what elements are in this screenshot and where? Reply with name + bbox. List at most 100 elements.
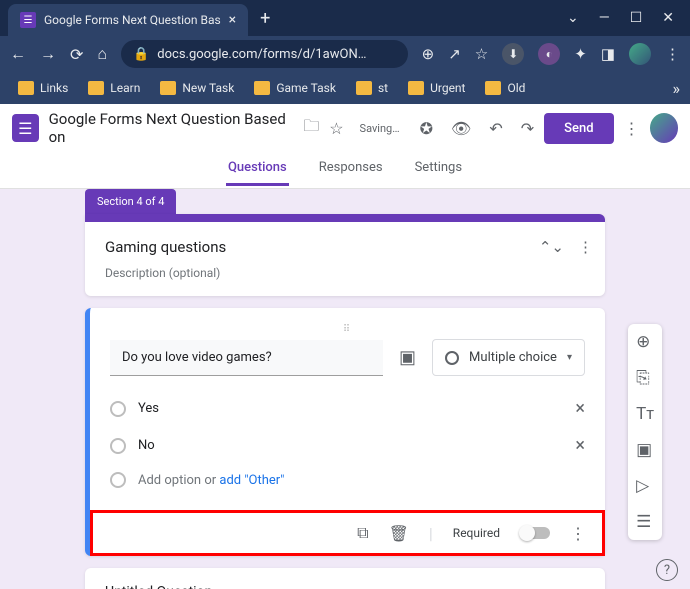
more-icon[interactable]: ⋮	[624, 119, 640, 138]
delete-icon[interactable]: 🗑	[389, 524, 409, 543]
add-video-icon[interactable]: ▷	[634, 474, 656, 498]
menu-icon[interactable]: ⋮	[665, 45, 680, 63]
radio-icon	[445, 351, 459, 365]
bookmarks-bar: Links Learn New Task Game Task st Urgent…	[0, 72, 690, 104]
required-toggle[interactable]	[520, 527, 550, 539]
folder-icon	[356, 81, 372, 95]
section-description[interactable]: Description (optional)	[105, 266, 585, 280]
share-icon[interactable]: ↗	[448, 45, 461, 63]
puzzle-icon[interactable]: ✦	[574, 45, 587, 63]
close-icon[interactable]: ✕	[662, 10, 674, 26]
url-text: docs.google.com/forms/d/1awON…	[157, 47, 366, 62]
preview-icon[interactable]: 👁	[451, 119, 471, 138]
remove-option-icon[interactable]: ×	[575, 398, 585, 419]
back-icon[interactable]: ←	[10, 44, 26, 64]
reload-icon[interactable]: ⟳	[70, 45, 83, 64]
addon-icon[interactable]: ✪	[420, 119, 433, 138]
help-icon[interactable]: ?	[656, 559, 678, 581]
add-question-icon[interactable]: ⊕	[634, 330, 656, 354]
folder-icon	[485, 81, 501, 95]
form-canvas: Section 4 of 4 Gaming questions Descript…	[0, 189, 690, 589]
duplicate-icon[interactable]: ⧉	[357, 523, 368, 543]
add-title-icon[interactable]: Tᴛ	[634, 402, 656, 426]
bookmark-st[interactable]: st	[348, 77, 396, 99]
bookmark-newtask[interactable]: New Task	[152, 77, 242, 99]
question-card[interactable]: ⠿ ▣ Multiple choice ▾ Yes ×	[85, 308, 605, 556]
radio-icon	[110, 401, 126, 417]
remove-option-icon[interactable]: ×	[575, 435, 585, 456]
tab-questions[interactable]: Questions	[226, 152, 289, 186]
import-icon[interactable]: ⎘	[634, 366, 656, 390]
new-tab-button[interactable]: +	[260, 8, 270, 29]
add-option-link[interactable]: Add option	[138, 473, 201, 488]
extension-icon[interactable]: ◐	[538, 43, 560, 65]
required-label: Required	[453, 526, 500, 540]
saving-status: Saving…	[360, 122, 400, 135]
chevron-down-icon: ▾	[567, 352, 572, 363]
panel-icon[interactable]: ◨	[601, 45, 615, 63]
url-bar[interactable]: 🔒 docs.google.com/forms/d/1awON…	[121, 40, 408, 68]
zoom-icon[interactable]: ⊕	[422, 45, 435, 63]
maximize-icon[interactable]: ☐	[630, 10, 643, 26]
star-icon[interactable]: ☆	[329, 119, 343, 138]
send-button[interactable]: Send	[544, 113, 613, 144]
navbar-actions: ⊕ ↗ ☆ ⬇ ◐ ✦ ◨ ⋮	[422, 43, 680, 65]
radio-icon	[110, 472, 126, 488]
app-header: ☰ Google Forms Next Question Based on 🗀 …	[0, 104, 690, 152]
chevron-down-icon[interactable]: ⌄	[567, 10, 579, 26]
folder-icon	[18, 81, 34, 95]
form-tabs: Questions Responses Settings	[0, 152, 690, 189]
tab-title: Google Forms Next Question Bas	[44, 13, 221, 27]
account-avatar[interactable]	[650, 113, 678, 143]
folder-icon	[408, 81, 424, 95]
minimize-icon[interactable]: —	[599, 10, 610, 26]
bookmarks-overflow-icon[interactable]: »	[673, 79, 681, 98]
lock-icon: 🔒	[133, 47, 149, 62]
question-type-select[interactable]: Multiple choice ▾	[432, 339, 585, 376]
home-icon[interactable]: ⌂	[97, 44, 107, 64]
side-toolbar: ⊕ ⎘ Tᴛ ▣ ▷ ☰	[628, 324, 662, 540]
move-folder-icon[interactable]: 🗀	[303, 115, 319, 142]
browser-navbar: ← → ⟳ ⌂ 🔒 docs.google.com/forms/d/1awON……	[0, 36, 690, 72]
tab-settings[interactable]: Settings	[413, 152, 464, 186]
section-header-card[interactable]: Gaming questions Description (optional) …	[85, 214, 605, 296]
add-section-icon[interactable]: ☰	[634, 510, 656, 534]
tab-responses[interactable]: Responses	[317, 152, 385, 186]
undo-icon[interactable]: ↶	[489, 119, 502, 138]
add-image-icon[interactable]: ▣	[634, 438, 656, 462]
bookmark-gametask[interactable]: Game Task	[246, 77, 344, 99]
bookmark-learn[interactable]: Learn	[80, 77, 148, 99]
browser-tab[interactable]: ☰ Google Forms Next Question Bas ×	[8, 4, 248, 36]
bookmark-star-icon[interactable]: ☆	[475, 45, 488, 63]
question-footer: ⧉ 🗑 | Required ⋮	[90, 510, 605, 556]
add-other-link[interactable]: add "Other"	[219, 473, 284, 488]
window-controls: ⌄ — ☐ ✕	[567, 10, 682, 26]
section-badge: Section 4 of 4	[85, 189, 176, 214]
bookmark-links[interactable]: Links	[10, 77, 76, 99]
section-title[interactable]: Gaming questions	[105, 238, 585, 256]
bookmark-urgent[interactable]: Urgent	[400, 77, 473, 99]
collapse-icon[interactable]: ⌃⌄	[539, 238, 564, 256]
forward-icon[interactable]: →	[40, 44, 56, 64]
profile-icon[interactable]	[629, 43, 651, 65]
doc-title[interactable]: Google Forms Next Question Based on	[49, 110, 294, 146]
untitled-question-card[interactable]: Untitled Question	[85, 568, 605, 589]
bookmark-old[interactable]: Old	[477, 77, 533, 99]
option-row[interactable]: Yes ×	[110, 390, 585, 427]
browser-titlebar: ☰ Google Forms Next Question Bas × + ⌄ —…	[0, 0, 690, 36]
drag-handle-icon[interactable]: ⠿	[110, 324, 585, 339]
downloads-icon[interactable]: ⬇	[502, 43, 524, 65]
option-row[interactable]: No ×	[110, 427, 585, 464]
radio-icon	[110, 438, 126, 454]
image-icon[interactable]: ▣	[395, 343, 420, 372]
redo-icon[interactable]: ↷	[521, 119, 534, 138]
question-more-icon[interactable]: ⋮	[570, 524, 586, 543]
question-input[interactable]	[110, 340, 383, 376]
folder-icon	[88, 81, 104, 95]
forms-app: ☰ Google Forms Next Question Based on 🗀 …	[0, 104, 690, 589]
forms-logo-icon[interactable]: ☰	[12, 114, 39, 142]
tab-favicon: ☰	[20, 12, 36, 28]
section-more-icon[interactable]: ⋮	[578, 238, 593, 256]
tab-close-icon[interactable]: ×	[229, 12, 236, 28]
folder-icon	[254, 81, 270, 95]
